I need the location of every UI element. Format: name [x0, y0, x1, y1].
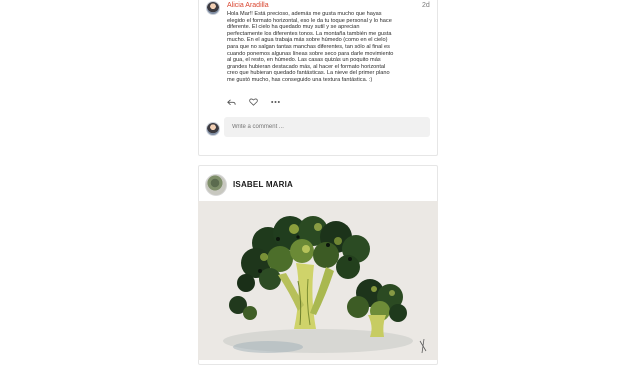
comment-input[interactable] — [224, 117, 430, 137]
post-author-name[interactable]: ISABEL MARIA — [233, 180, 293, 189]
broccoli-watercolor-image — [198, 201, 438, 360]
comment-timestamp: 2d — [422, 2, 430, 9]
more-icon — [270, 101, 280, 103]
comment-author-link[interactable]: Alicia Aradilla — [227, 2, 269, 9]
comment-text: Hola Mar!! Está precioso, además me gust… — [227, 11, 394, 83]
reply-icon — [226, 98, 236, 105]
more-options-button[interactable] — [270, 98, 280, 106]
current-user-avatar — [206, 122, 220, 136]
reply-button[interactable] — [226, 98, 236, 106]
commenter-avatar[interactable] — [206, 1, 220, 15]
post-author-avatar[interactable] — [205, 174, 227, 196]
heart-icon — [248, 98, 258, 106]
post-image[interactable] — [198, 201, 438, 360]
like-button[interactable] — [248, 98, 258, 106]
